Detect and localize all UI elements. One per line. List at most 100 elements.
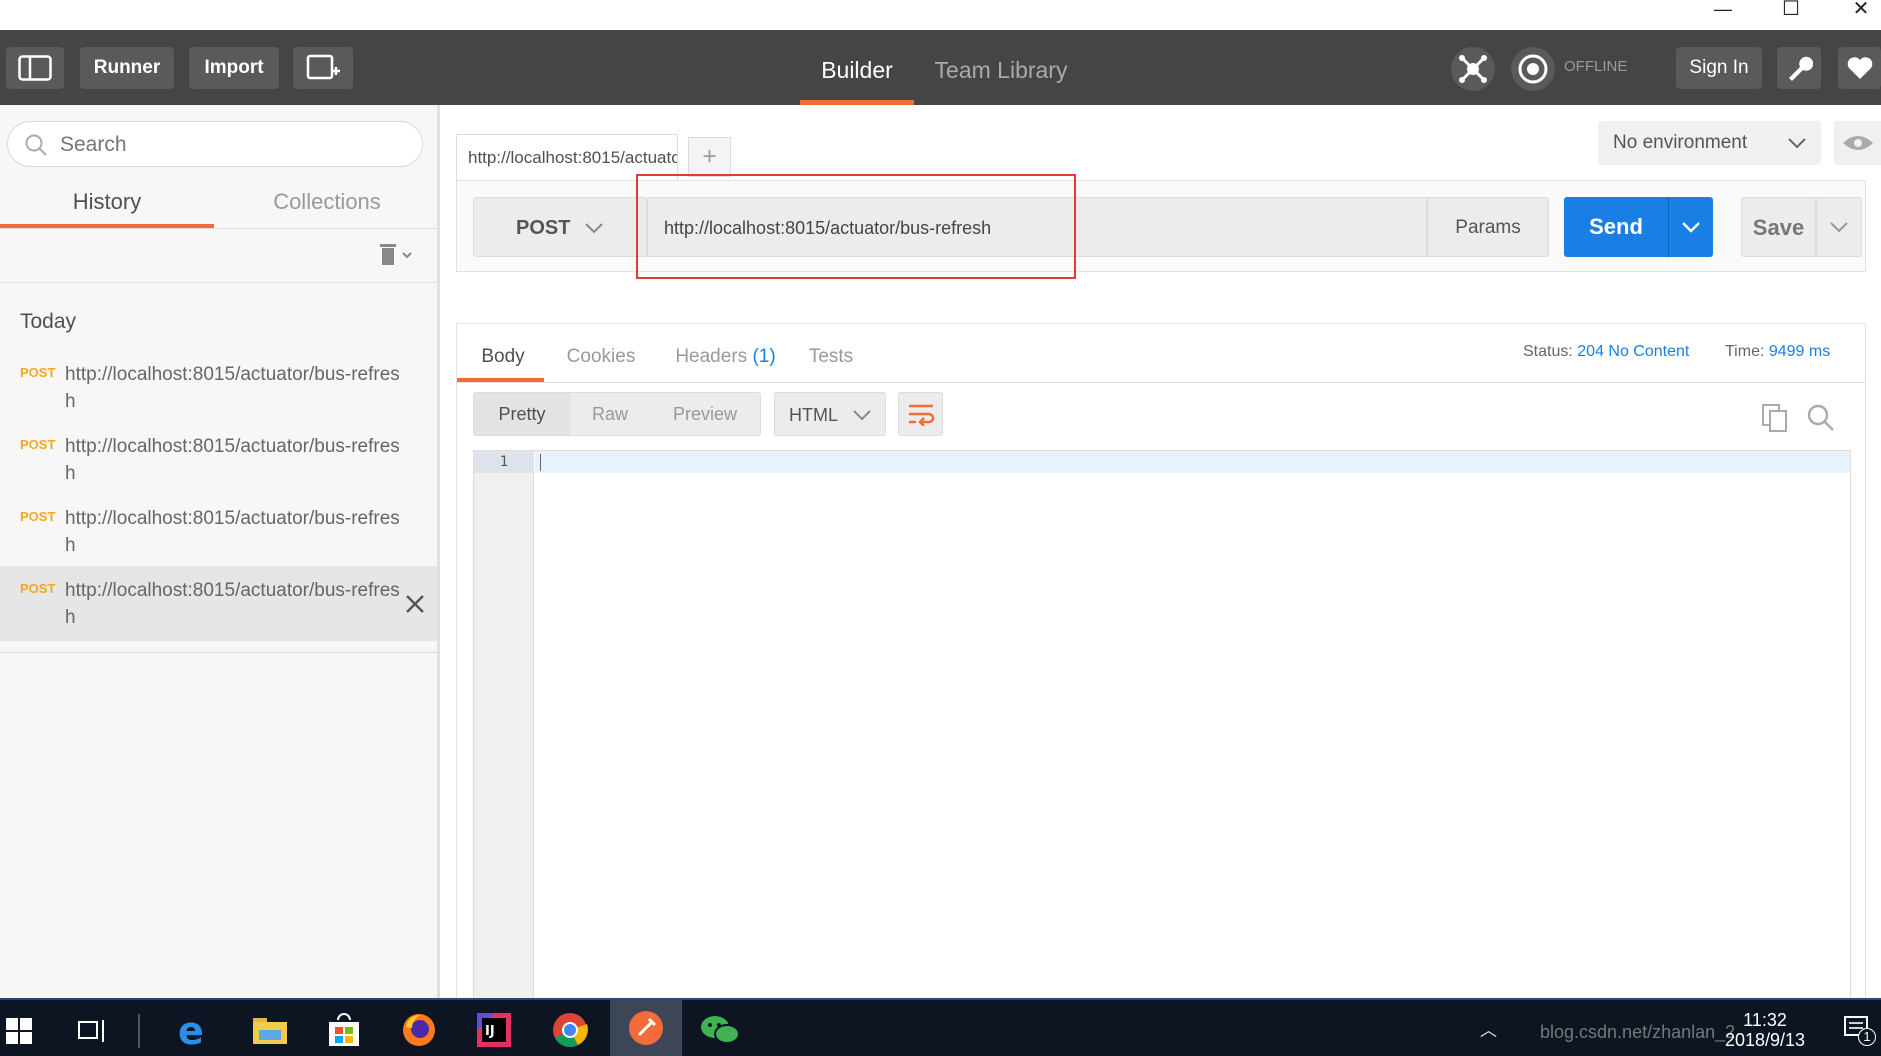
app-header: Runner Import Builder Team Library OFFLI…: [0, 30, 1881, 105]
satellite-icon: [1459, 55, 1487, 83]
close-icon[interactable]: [404, 593, 426, 615]
new-window-icon: [306, 54, 340, 80]
chevron-down-icon: [1682, 222, 1700, 233]
save-dropdown-button[interactable]: [1816, 197, 1862, 257]
task-view-button[interactable]: [68, 1006, 116, 1054]
history-item-method: POST: [20, 509, 56, 524]
add-tab-button[interactable]: +: [688, 137, 731, 177]
windows-taskbar: e IJ ︿ blog.csdn.net/zhanlan_2 11:32 201…: [0, 998, 1881, 1056]
heart-icon: [1847, 57, 1872, 79]
history-group-label: Today: [20, 310, 77, 333]
format-toggle-group: Pretty Raw Preview: [473, 392, 761, 436]
chevron-down-icon: [853, 410, 871, 421]
show-hidden-icons-button[interactable]: ︿: [1480, 1016, 1497, 1041]
copy-icon[interactable]: [1761, 403, 1789, 433]
postman-button[interactable]: [610, 1000, 682, 1056]
tab-history-label: History: [72, 189, 142, 214]
intellij-icon: IJ: [477, 1013, 511, 1047]
language-select-value: HTML: [789, 405, 838, 425]
raw-button[interactable]: Raw: [570, 393, 650, 435]
file-explorer-button[interactable]: [246, 1006, 294, 1054]
edge-icon: e: [178, 1009, 204, 1053]
store-icon: [329, 1013, 359, 1046]
firefox-button[interactable]: [395, 1006, 443, 1054]
sidebar: History Collections Today POST http://lo…: [0, 105, 440, 998]
wrap-lines-icon: [909, 404, 935, 426]
svg-text:e: e: [178, 1010, 204, 1050]
status-value: 204 No Content: [1577, 343, 1690, 360]
tab-tests[interactable]: Tests: [796, 336, 866, 378]
store-button[interactable]: [320, 1006, 368, 1054]
favorite-button[interactable]: [1838, 47, 1881, 89]
interceptor-button[interactable]: [1451, 47, 1495, 91]
tab-team-library[interactable]: Team Library: [928, 30, 1074, 105]
tab-builder-label: Builder: [821, 57, 893, 83]
notifications-button[interactable]: 1: [1842, 1014, 1876, 1046]
import-button[interactable]: Import: [189, 47, 279, 89]
save-button[interactable]: Save: [1741, 197, 1816, 257]
tab-builder[interactable]: Builder: [800, 30, 914, 105]
history-item[interactable]: POST http://localhost:8015/actuator/bus-…: [0, 429, 437, 501]
notification-count-badge: 1: [1858, 1028, 1876, 1046]
settings-button[interactable]: [1777, 47, 1821, 89]
window-titlebar: — ☐ ✕: [0, 0, 1881, 30]
chevron-down-icon: [1788, 138, 1806, 149]
search-icon[interactable]: [1806, 403, 1836, 433]
history-item-selected[interactable]: POST http://localhost:8015/actuator/bus-…: [0, 566, 437, 641]
edge-button[interactable]: e: [170, 1006, 218, 1054]
tab-headers[interactable]: Headers (1): [673, 336, 778, 378]
pretty-button[interactable]: Pretty: [474, 393, 570, 435]
history-item[interactable]: POST http://localhost:8015/actuator/bus-…: [0, 501, 437, 573]
sync-status-button[interactable]: [1511, 47, 1555, 91]
taskbar-separator: [138, 1014, 140, 1048]
search-input[interactable]: [60, 130, 400, 160]
minimize-button[interactable]: —: [1694, 0, 1752, 30]
sign-in-button[interactable]: Sign In: [1676, 47, 1762, 89]
send-button[interactable]: Send: [1564, 197, 1668, 257]
environment-select-value: No environment: [1613, 132, 1748, 153]
wrench-icon: [1789, 56, 1814, 81]
maximize-button[interactable]: ☐: [1762, 0, 1820, 30]
sidebar-toggle-icon: [18, 55, 52, 81]
tab-collections-label: Collections: [273, 189, 381, 214]
sidebar-toggle-button[interactable]: [6, 47, 64, 89]
chrome-button[interactable]: [546, 1006, 594, 1054]
runner-button[interactable]: Runner: [80, 47, 174, 89]
clock-time: 11:32: [1743, 1010, 1787, 1030]
preview-button[interactable]: Preview: [650, 393, 760, 435]
wechat-button[interactable]: [696, 1006, 744, 1054]
tab-headers-label: Headers: [675, 346, 748, 367]
intellij-button[interactable]: IJ: [470, 1006, 518, 1054]
sidebar-tabs-divider: [0, 228, 437, 229]
clear-history-button[interactable]: [376, 239, 420, 273]
history-item-url: http://localhost:8015/actuator/bus-refre…: [65, 364, 400, 412]
method-select-value: POST: [516, 217, 571, 239]
language-select[interactable]: HTML: [774, 392, 886, 436]
tab-cookies[interactable]: Cookies: [556, 336, 646, 378]
history-item-url: http://localhost:8015/actuator/bus-refre…: [65, 508, 400, 556]
environment-select[interactable]: No environment: [1598, 121, 1821, 165]
headers-count-badge: (1): [752, 346, 776, 367]
tab-history[interactable]: History: [0, 175, 214, 229]
start-button[interactable]: [0, 1006, 40, 1054]
windows-start-icon: [6, 1018, 32, 1044]
history-item[interactable]: POST http://localhost:8015/actuator/bus-…: [0, 357, 437, 429]
tab-body[interactable]: Body: [473, 336, 533, 378]
wrap-lines-button[interactable]: [898, 392, 943, 436]
close-window-button[interactable]: ✕: [1832, 0, 1881, 30]
method-select[interactable]: POST: [473, 197, 647, 257]
clock[interactable]: 11:32 2018/9/13: [1700, 1010, 1830, 1050]
response-tabs-divider: [457, 382, 1865, 383]
response-status: Status: 204 No Content: [1523, 340, 1689, 364]
history-item-url: http://localhost:8015/actuator/bus-refre…: [65, 436, 400, 484]
send-dropdown-button[interactable]: [1668, 197, 1713, 257]
params-button[interactable]: Params: [1427, 197, 1549, 257]
new-window-button[interactable]: [293, 47, 353, 89]
chevron-down-icon: [1830, 222, 1848, 233]
wechat-icon: [701, 1016, 740, 1044]
environment-quick-look-button[interactable]: [1834, 121, 1881, 165]
response-body-editor[interactable]: 1: [473, 450, 1851, 999]
sidebar-search[interactable]: [7, 121, 423, 167]
time-value: 9499 ms: [1768, 343, 1831, 360]
tab-collections[interactable]: Collections: [220, 175, 434, 229]
